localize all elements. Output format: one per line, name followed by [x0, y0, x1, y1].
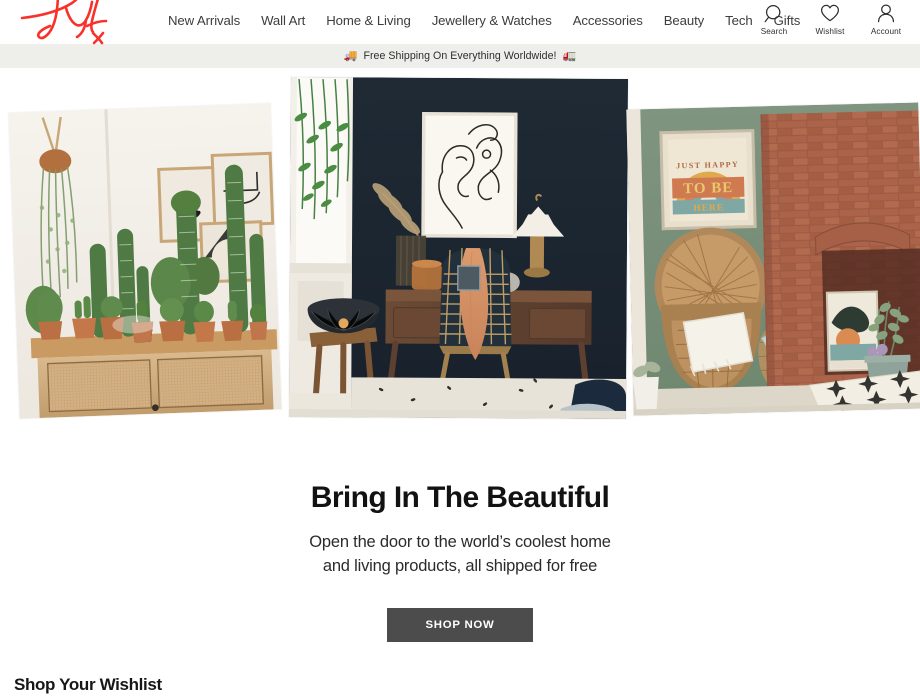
hero-image-cactus-sideboard[interactable]	[8, 103, 282, 419]
shop-your-wishlist-section: Shop Your Wishlist	[14, 674, 162, 696]
account-button[interactable]: Account	[866, 2, 906, 37]
announcement-text: Free Shipping On Everything Worldwide!	[363, 50, 557, 62]
wishlist-label: Wishlist	[815, 27, 845, 36]
search-icon	[763, 2, 785, 26]
hero-subtitle-line-1: Open the door to the world’s coolest hom…	[309, 533, 611, 551]
main-navigation: New Arrivals Wall Art Home & Living Jewe…	[168, 13, 800, 29]
search-button[interactable]: Search	[754, 2, 794, 37]
svg-text:HERE: HERE	[693, 203, 724, 214]
truck-icon-right: 🚛	[562, 50, 577, 62]
person-icon	[875, 2, 897, 26]
header-actions: Search Wishlist Account	[754, 2, 906, 37]
nav-accessories[interactable]: Accessories	[573, 13, 643, 29]
hero-image-navy-desk[interactable]	[288, 76, 629, 420]
homepage: New Arrivals Wall Art Home & Living Jewe…	[0, 0, 920, 700]
hero-subtitle-line-2: and living products, all shipped for fre…	[322, 557, 598, 575]
wishlist-button[interactable]: Wishlist	[810, 2, 850, 37]
page-title: Bring In The Beautiful	[310, 481, 610, 514]
nav-tech[interactable]: Tech	[725, 13, 753, 29]
nav-home-living[interactable]: Home & Living	[326, 13, 411, 29]
hero-subtitle: Open the door to the world’s coolest hom…	[0, 530, 920, 578]
svg-text:JUST HAPPY: JUST HAPPY	[676, 160, 739, 171]
fy-logo[interactable]	[14, 0, 120, 48]
nav-wall-art[interactable]: Wall Art	[261, 13, 305, 29]
truck-icon-left: 🚚	[343, 50, 358, 62]
account-label: Account	[870, 27, 902, 36]
svg-text:TO BE: TO BE	[683, 180, 734, 197]
nav-new-arrivals[interactable]: New Arrivals	[168, 13, 240, 29]
heart-icon	[819, 2, 841, 26]
nav-jewellery-watches[interactable]: Jewellery & Watches	[432, 13, 552, 29]
hero-image-brick-fireplace[interactable]: TO BE HERE JUST HAPPY	[626, 102, 920, 416]
hero-collage: TO BE HERE JUST HAPPY	[0, 68, 920, 440]
shop-now-button[interactable]: SHOP NOW	[387, 608, 533, 642]
nav-beauty[interactable]: Beauty	[664, 13, 705, 29]
hero-copy: Bring In The Beautiful Open the door to …	[0, 480, 920, 578]
search-label: Search	[760, 27, 788, 36]
site-header: New Arrivals Wall Art Home & Living Jewe…	[0, 0, 920, 45]
wishlist-section-title: Shop Your Wishlist	[14, 675, 162, 694]
announcement-bar[interactable]: 🚚 Free Shipping On Everything Worldwide!…	[0, 44, 920, 68]
